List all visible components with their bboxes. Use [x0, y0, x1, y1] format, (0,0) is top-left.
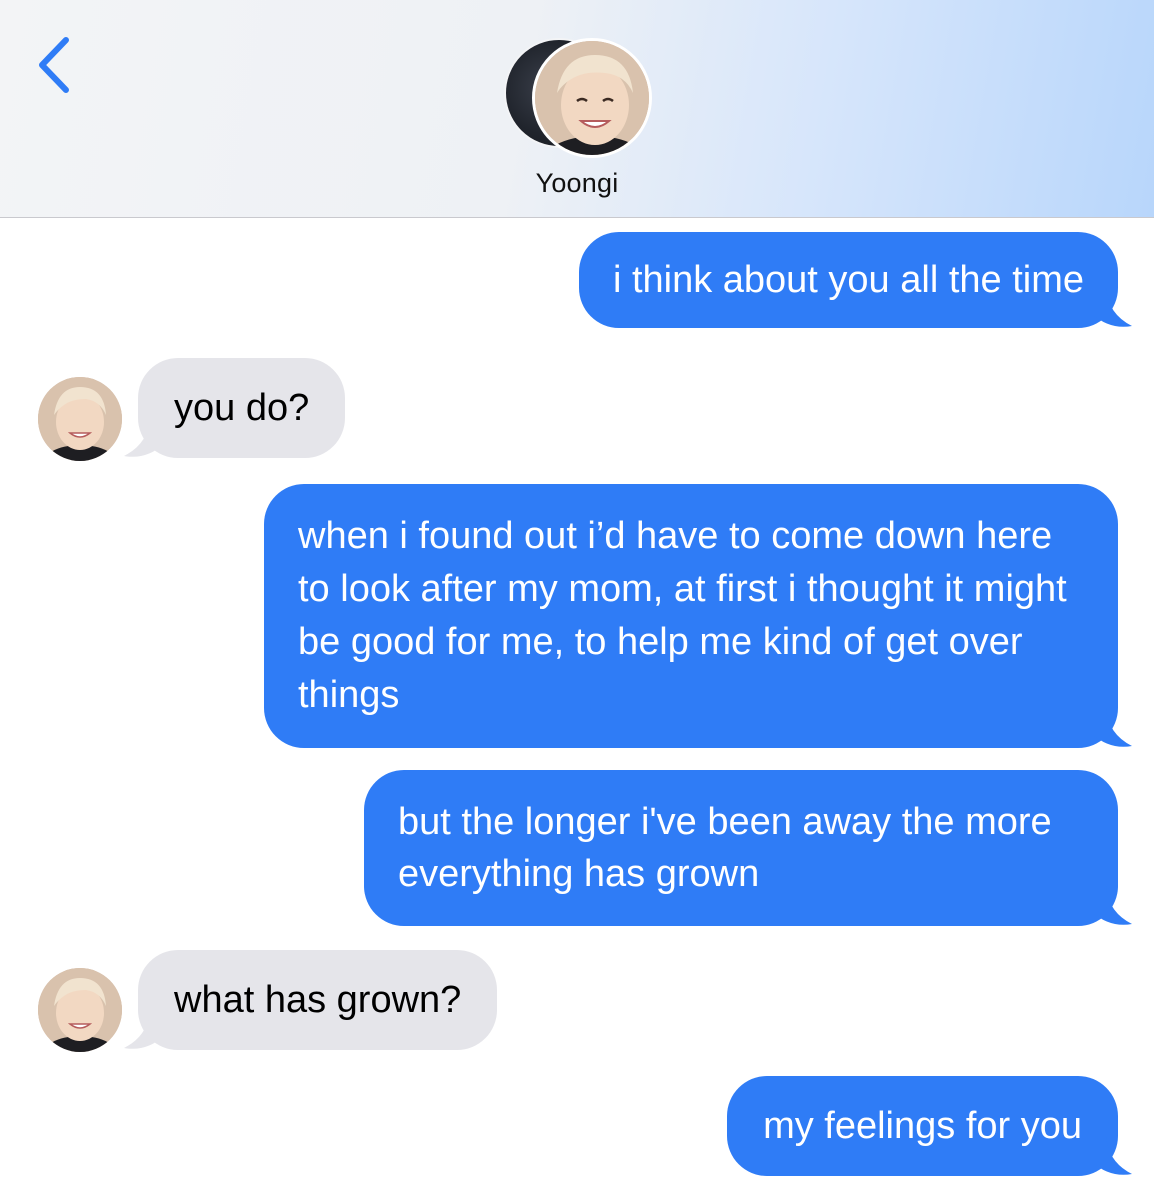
- chevron-left-icon: [39, 37, 69, 93]
- bubble-tail: [124, 1010, 164, 1049]
- message-bubble-outgoing[interactable]: but the longer i've been away the more e…: [364, 770, 1132, 926]
- bubble-tail: [1092, 886, 1132, 925]
- message-text: my feelings for you: [763, 1105, 1082, 1147]
- contact-avatar: [532, 38, 652, 158]
- contact-name[interactable]: Yoongi: [0, 168, 1154, 199]
- message-bubble-incoming[interactable]: what has grown?: [124, 950, 498, 1050]
- bubble-tail: [1092, 1136, 1132, 1175]
- message-text: but the longer i've been away the more e…: [398, 801, 1052, 895]
- message-bubble-outgoing[interactable]: when i found out i’d have to come down h…: [264, 484, 1132, 748]
- message-text: what has grown?: [174, 979, 462, 1021]
- sender-avatar[interactable]: [38, 968, 122, 1052]
- bubble-tail: [1092, 288, 1132, 327]
- sender-avatar[interactable]: [38, 377, 122, 461]
- back-button[interactable]: [30, 30, 80, 100]
- message-text: when i found out i’d have to come down h…: [298, 515, 1067, 716]
- bubble-tail: [1092, 708, 1132, 747]
- conversation-header: Yoongi: [0, 0, 1154, 218]
- message-bubble-outgoing[interactable]: my feelings for you: [727, 1076, 1132, 1176]
- message-bubble-incoming[interactable]: you do?: [124, 358, 346, 458]
- message-text: you do?: [174, 387, 310, 429]
- contact-avatar-group[interactable]: [504, 38, 652, 158]
- message-bubble-outgoing[interactable]: i think about you all the time: [578, 232, 1132, 328]
- bubble-tail: [124, 418, 164, 457]
- message-text: i think about you all the time: [612, 259, 1084, 301]
